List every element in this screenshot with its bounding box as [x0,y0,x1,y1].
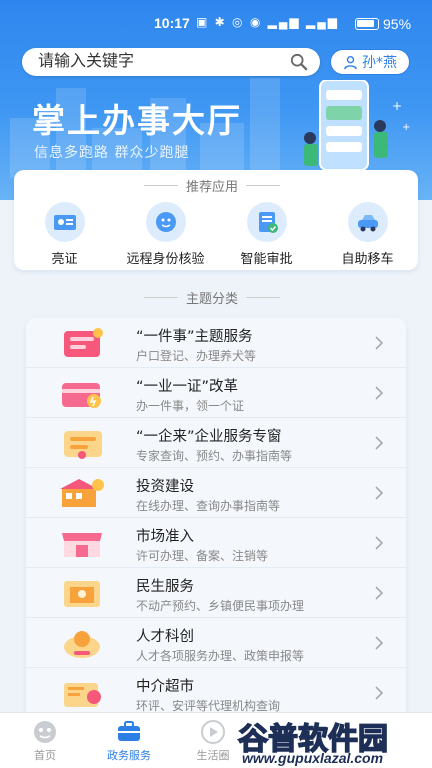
face-verify-icon [145,202,186,242]
category-row[interactable]: “一件事”主题服务 户口登记、办理养犬等 [26,318,406,368]
category-title: “一业一证”改革 [136,379,239,395]
category-subtitle: 办一件事，领一个证 [136,399,245,413]
category-row[interactable]: “一业一证”改革 办一件事，领一个证 [26,368,406,418]
chevron-right-icon [375,586,384,600]
tab-home[interactable]: 首页 [0,719,90,763]
category-row[interactable]: 市场准入 许可办理、备案、注销等 [26,518,406,568]
user-name: 孙*燕 [362,55,397,71]
search-input[interactable] [38,52,278,72]
app-label: 自助移车 [341,252,394,267]
market-access-icon [62,533,102,557]
hero-illustration: + + [304,80,410,171]
category-title: 民生服务 [136,579,194,595]
id-card-icon [44,202,85,242]
category-title: 人才科创 [136,629,194,645]
app-remote-identity-verify[interactable]: 远程身份核验 [115,202,216,267]
car-move-icon [347,202,388,242]
search-icon[interactable] [290,53,308,71]
category-title: “一企来”企业服务专窗 [136,429,282,445]
category-row[interactable]: 投资建设 在线办理、查询办事指南等 [26,468,406,518]
divider [144,185,178,186]
livelihood-service-icon [64,581,100,607]
divider [246,185,281,186]
recommended-apps-list: 亮证 远程身份核验 智能审批 自助移车 [14,202,418,267]
investment-construction-icon [60,479,104,507]
app-label: 亮证 [51,252,78,267]
app-self-service-car-move[interactable]: 自助移车 [317,202,418,267]
app-label: 远程身份核验 [126,252,205,267]
chevron-right-icon [375,436,384,450]
chevron-right-icon [375,386,384,400]
home-icon [34,721,56,743]
recommended-apps-card: 推荐应用 亮证 远程身份核验 智能审批 自助移车 [14,170,418,270]
play-icon [201,720,225,744]
approval-icon [246,202,287,242]
category-title: “一件事”主题服务 [136,329,253,345]
app-id-card[interactable]: 亮证 [14,202,115,267]
user-icon [344,55,357,69]
categories-list: “一件事”主题服务 户口登记、办理养犬等 “一业一证”改革 办一件事，领一个证 … [26,318,406,718]
svg-text:+: + [392,99,402,113]
status-icons: ▣ ✱ ◎ ◉ ▂▄▆ ▂▄▆ [196,15,339,29]
tab-government-services[interactable]: 政务服务 [84,719,174,763]
category-subtitle: 在线办理、查询办事指南等 [136,499,281,513]
category-row[interactable]: 人才科创 人才各项服务办理、政策申报等 [26,618,406,668]
battery-percent: 95% [383,16,412,32]
svg-text:+: + [402,122,410,133]
search-bar[interactable] [22,48,320,76]
category-subtitle: 人才各项服务办理、政策申报等 [136,649,305,663]
tab-label: 生活圈 [196,749,230,762]
recommended-section-title: 推荐应用 [144,176,281,195]
recommended-title-text: 推荐应用 [186,180,239,195]
app-label: 智能审批 [240,252,293,267]
category-row[interactable]: 民生服务 不动产预约、乡镇便民事项办理 [26,568,406,618]
chevron-right-icon [375,636,384,650]
chevron-right-icon [375,336,384,350]
page-title: 掌上办事大厅 [32,101,242,140]
status-time: 10:17 [154,15,190,31]
chevron-right-icon [375,486,384,500]
one-thing-service-icon [64,328,103,357]
tab-label: 首页 [34,749,56,762]
status-bar: 10:17 ▣ ✱ ◎ ◉ ▂▄▆ ▂▄▆ 95% [0,0,432,40]
category-title: 市场准入 [136,529,194,545]
category-subtitle: 户口登记、办理养犬等 [136,349,257,363]
battery-icon [355,18,379,30]
chevron-right-icon [375,536,384,550]
city-skyline-decoration [250,78,280,178]
chevron-right-icon [375,686,384,700]
watermark-url: www.gupuxlazal.com [242,750,384,766]
talent-innovation-icon [64,631,100,658]
category-title: 中介超市 [136,679,194,695]
agency-market-icon [64,683,101,707]
app-smart-approval[interactable]: 智能审批 [216,202,317,267]
categories-section-title: 主题分类 [144,288,281,307]
category-row[interactable]: “一企来”企业服务专窗 专家查询、预约、办事指南等 [26,418,406,468]
category-title: 投资建设 [136,479,194,495]
divider [144,297,178,298]
categories-title-text: 主题分类 [186,292,239,307]
watermark: 谷普软件园 www.gupuxlazal.com [232,710,432,768]
tab-label: 政务服务 [107,749,151,762]
divider [246,297,281,298]
user-profile-button[interactable]: 孙*燕 [330,49,410,75]
category-subtitle: 许可办理、备案、注销等 [136,549,269,563]
one-license-icon [62,383,101,408]
category-subtitle: 专家查询、预约、办事指南等 [136,449,293,463]
enterprise-service-icon [64,431,102,459]
briefcase-icon [118,721,140,741]
category-subtitle: 不动产预约、乡镇便民事项办理 [136,599,305,613]
page-subtitle: 信息多跑路 群众少跑腿 [34,145,190,161]
